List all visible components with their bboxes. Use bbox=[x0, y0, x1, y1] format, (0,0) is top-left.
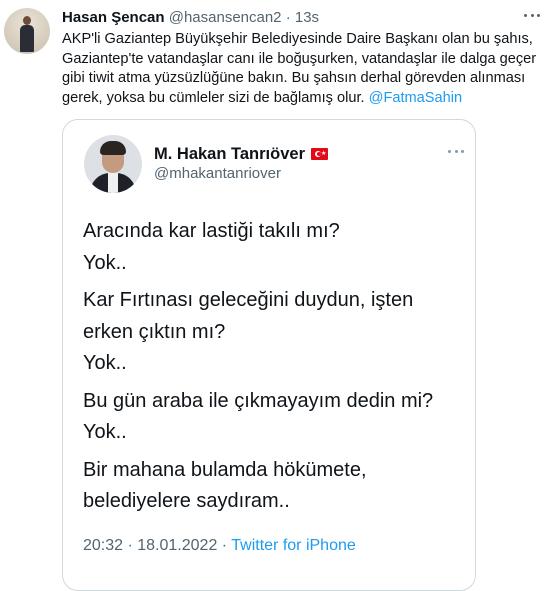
quoted-more-icon[interactable] bbox=[445, 144, 467, 158]
quoted-text-line: Bir mahana bulamda hökümete, bbox=[83, 458, 367, 481]
tweet-text-line: Gaziantep'te vatandaşlar canı ile boğuşu… bbox=[62, 50, 537, 67]
quoted-text-line: erken çıktın mı? bbox=[83, 320, 226, 343]
quoted-paragraph: Aracında kar lastiği takılı mı? Yok.. bbox=[83, 216, 473, 279]
tweet-header: Hasan Şencan @hasansencan2 · 13s bbox=[62, 9, 319, 27]
avatar-figure bbox=[20, 16, 34, 52]
quoted-text-line: Yok.. bbox=[83, 421, 127, 443]
quoted-paragraph: Bir mahana bulamda hökümete, belediyeler… bbox=[83, 455, 473, 518]
quoted-source-link[interactable]: Twitter for iPhone bbox=[231, 537, 356, 554]
quoted-author-name-row: M. Hakan Tanrıöver ★ bbox=[154, 144, 328, 164]
quoted-text-line: Yok.. bbox=[83, 251, 127, 274]
tweet-text-line: AKP'li Gaziantep Büyükşehir Belediyesind… bbox=[62, 31, 533, 47]
quoted-author-avatar[interactable] bbox=[84, 135, 142, 193]
quoted-tweet-card[interactable]: M. Hakan Tanrıöver ★ @mhakantanriover Ara… bbox=[62, 119, 476, 591]
turkey-flag-icon: ★ bbox=[311, 148, 328, 160]
tweet-text-line-last: gerek, yoksa bu cümleler sizi de bağlamı… bbox=[62, 89, 544, 109]
quoted-tweet-footer: 20:32 · 18.01.2022 · Twitter for iPhone bbox=[83, 536, 356, 556]
tweet-text-end: gerek, yoksa bu cümleler sizi de bağlamı… bbox=[62, 89, 365, 106]
tweet-text-line: gibi tiwit atma yüzsüzlüğüne bakın. Bu ş… bbox=[62, 70, 526, 86]
tweet-text: AKP'li Gaziantep Büyükşehir Belediyesind… bbox=[62, 30, 544, 108]
header-separator: · bbox=[285, 9, 291, 26]
quoted-timestamp[interactable]: 20:32 · 18.01.2022 · bbox=[83, 537, 227, 554]
quoted-tweet-text: Aracında kar lastiği takılı mı? Yok.. Ka… bbox=[83, 216, 473, 518]
quoted-paragraph: Bu gün araba ile çıkmayayım dedin mi? Yo… bbox=[83, 386, 473, 449]
tweet-time[interactable]: 13s bbox=[295, 9, 319, 26]
quoted-text-line: belediyelere saydıram.. bbox=[83, 490, 290, 512]
quoted-author-display-name[interactable]: M. Hakan Tanrıöver bbox=[154, 145, 305, 163]
mention-link[interactable]: @FatmaSahin bbox=[369, 90, 463, 106]
quoted-author-handle[interactable]: @mhakantanriover bbox=[154, 165, 281, 183]
quoted-text-line: Yok.. bbox=[83, 352, 127, 374]
more-icon[interactable] bbox=[520, 6, 544, 24]
author-handle[interactable]: @hasansencan2 bbox=[169, 9, 282, 26]
quoted-text-line: Aracında kar lastiği takılı mı? bbox=[83, 220, 340, 242]
tweet[interactable]: Hasan Şencan @hasansencan2 · 13s AKP'li … bbox=[0, 0, 550, 591]
quoted-text-line: Kar Fırtınası geleceğini duydun, işten bbox=[83, 289, 414, 311]
author-avatar[interactable] bbox=[4, 8, 50, 54]
quoted-text-line: Bu gün araba ile çıkmayayım dedin mi? bbox=[83, 389, 434, 412]
author-display-name[interactable]: Hasan Şencan bbox=[62, 9, 165, 26]
quoted-paragraph: Kar Fırtınası geleceğini duydun, işten e… bbox=[83, 285, 473, 380]
